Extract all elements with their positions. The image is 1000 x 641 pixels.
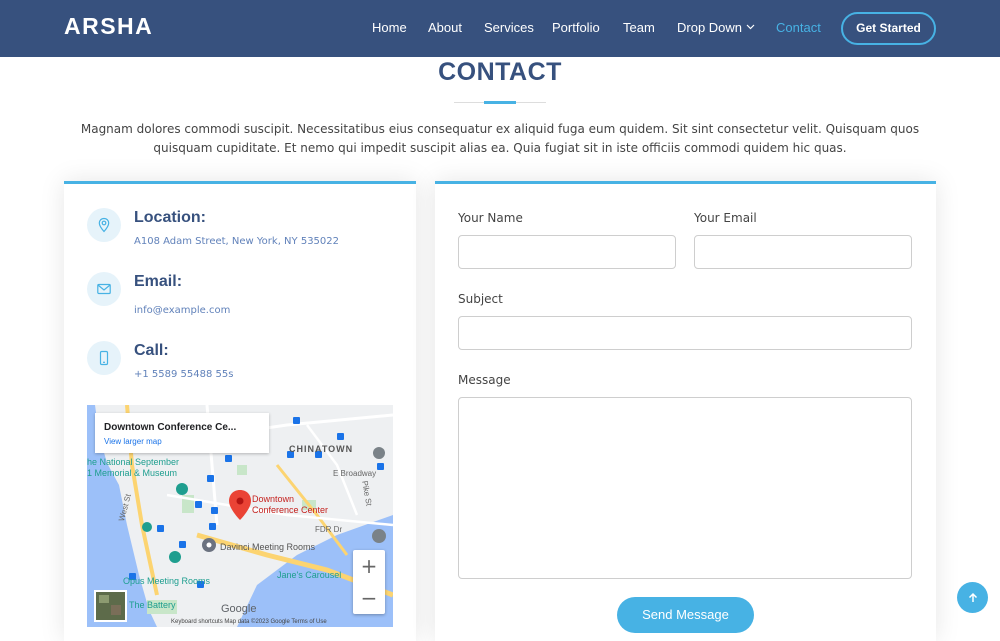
section-description: Magnam dolores commodi suscipit. Necessi… (80, 122, 920, 155)
section-title: CONTACT (438, 58, 562, 86)
subject-input[interactable] (458, 316, 912, 350)
map-label-battery: The Battery (129, 600, 176, 610)
chevron-down-icon (746, 24, 755, 30)
subject-label: Subject (458, 292, 503, 306)
message-textarea[interactable] (458, 397, 912, 579)
nav-item-portfolio[interactable]: Portfolio (552, 20, 600, 35)
name-label: Your Name (458, 211, 523, 225)
get-started-button[interactable]: Get Started (841, 12, 936, 45)
location-value: A108 Adam Street, New York, NY 535022 (134, 236, 339, 247)
nav-item-services[interactable]: Services (484, 20, 534, 35)
nav-item-team[interactable]: Team (623, 20, 655, 35)
map-label-national-sept-2: 1 Memorial & Museum (87, 468, 178, 478)
envelope-icon (87, 272, 121, 306)
email-label: Your Email (694, 211, 757, 225)
title-accent-bar (484, 101, 516, 104)
email-title: Email: (134, 273, 183, 290)
map-label-chinatown: CHINATOWN (289, 444, 354, 454)
zoom-in-button[interactable]: + (353, 550, 385, 582)
call-title: Call: (134, 342, 169, 359)
map-google-logo: Google (221, 603, 257, 615)
phone-icon (87, 341, 121, 375)
send-message-button[interactable]: Send Message (617, 597, 754, 633)
map-label-davinci: Davinci Meeting Rooms (220, 542, 316, 552)
map-place-card: Downtown Conference Ce... View larger ma… (95, 413, 269, 453)
map-label-fdr: FDR Dr (315, 525, 343, 534)
map-label-national-sept-1: he National September (87, 457, 180, 467)
map-attribution[interactable]: Keyboard shortcuts Map data ©2023 Google… (171, 619, 327, 625)
map-label-opus: Opus Meeting Rooms (123, 576, 211, 586)
nav-item-dropdown[interactable]: Drop Down (677, 20, 755, 35)
map-pin-label-2: Conference Center (252, 505, 329, 515)
name-input[interactable] (458, 235, 676, 269)
map-place-name: Downtown Conference Ce... (104, 422, 237, 433)
map-pin-icon (87, 208, 121, 242)
map-label-e-broadway: E Broadway (333, 469, 377, 478)
nav-item-about[interactable]: About (428, 20, 462, 35)
embedded-map[interactable]: Downtown Conference Ce... View larger ma… (87, 405, 393, 627)
map-zoom-control: + − (353, 550, 385, 614)
contact-info-card: Location: A108 Adam Street, New York, NY… (64, 181, 416, 641)
call-value: +1 5589 55488 55s (134, 369, 234, 380)
map-label-janes: Jane's Carousel (277, 570, 342, 580)
arrow-up-icon (968, 592, 977, 602)
nav-item-home[interactable]: Home (372, 20, 407, 35)
brand-logo[interactable]: ARSHA (64, 13, 153, 40)
email-value: info@example.com (134, 305, 231, 316)
nav-item-contact[interactable]: Contact (776, 20, 821, 35)
email-input[interactable] (694, 235, 912, 269)
contact-form-card: Your Name Your Email Subject Message Sen… (435, 181, 936, 641)
nav-item-dropdown-label: Drop Down (677, 20, 743, 35)
map-pin-label-1: Downtown (252, 494, 295, 504)
view-larger-map-link[interactable]: View larger map (104, 437, 162, 446)
zoom-out-button[interactable]: − (353, 582, 385, 614)
back-to-top-button[interactable] (957, 582, 988, 613)
site-header: ARSHA Home About Services Portfolio Team… (0, 0, 1000, 57)
location-title: Location: (134, 209, 206, 226)
message-label: Message (458, 373, 511, 387)
